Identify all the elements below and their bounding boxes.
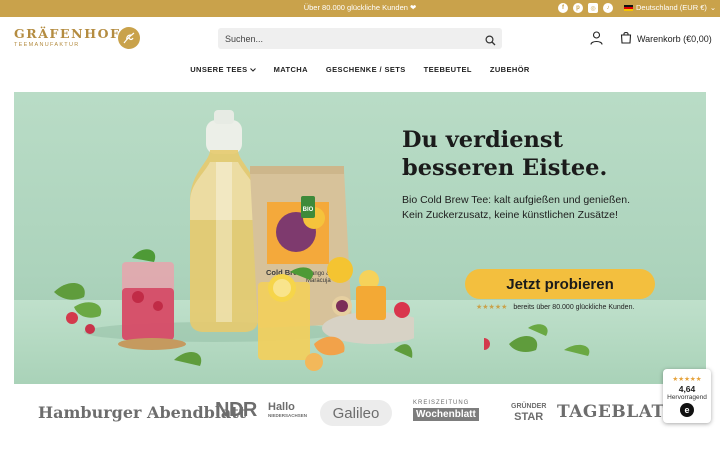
star-text: STAR [514,411,544,423]
social-proof-text: bereits über 80.000 glückliche Kunden. [513,303,635,311]
tiktok-icon[interactable]: ♪ [603,3,613,13]
badge-score: 4,64 [678,384,696,394]
bio-label: BIO [303,207,314,213]
press-logo-galileo: Galileo [320,400,392,426]
chevron-down-icon [249,65,256,74]
instagram-icon[interactable]: ◎ [588,3,598,13]
press-logos: Hamburger Abendblatt NDR Hallo NIEDERSAC… [0,396,720,432]
press-logo-kreiszeitung: KREISZEITUNG [413,400,470,406]
headline-line-2: besseren Eistee. [402,155,608,181]
cart-label: Warenkorb (€0,00) [637,33,712,44]
social-proof: ★★★★★ bereits über 80.000 glückliche Kun… [476,303,635,312]
press-logo-wochenblatt: Wochenblatt [413,408,479,421]
press-logo-ndr: NDR [215,399,257,421]
niedersachsen-text: NIEDERSACHSEN [268,413,308,418]
nav-item-teebeutel[interactable]: TEEBEUTEL [424,65,472,74]
social-links: f p ◎ ♪ [558,3,613,13]
pinterest-icon[interactable]: p [573,3,583,13]
shopping-bag-icon [620,31,632,46]
hero-product-image: BIO Cold Brew Mango & Maracuja [54,110,414,371]
press-logo-gruender-star: GRÜNDER STAR [511,402,546,423]
hero-banner: BIO Cold Brew Mango & Maracuja Du verdie… [14,92,706,384]
cta-button[interactable]: Jetzt probieren [465,269,655,299]
hero-subheadline: Bio Cold Brew Tee: kalt aufgießen und ge… [402,193,702,223]
nav-item-unsere-tees[interactable]: UNSERE TEES [190,65,256,74]
cold-brew-bottle [190,110,258,332]
peach-slices [305,336,345,371]
subline-1: Bio Cold Brew Tee: kalt aufgießen und ge… [402,194,631,206]
subline-2: Kein Zuckerzusatz, keine künstlichen Zus… [402,209,618,221]
press-logo-tageblatt: TAGEBLATT [557,402,678,422]
logo-subtitle: TEEMANUFAKTUR [14,42,80,48]
badge-stars-icon: ★★★★★ [672,376,702,383]
country-label: Deutschland (EUR €) [636,3,707,12]
search-input[interactable] [218,28,478,49]
chevron-down-icon: ⌄ [709,3,717,12]
trusted-shops-logo-icon: e [680,403,694,417]
user-icon[interactable] [590,31,603,50]
trusted-shops-badge[interactable]: ★★★★★ 4,64 Hervorragend e [663,369,711,423]
headline-line-1: Du verdienst [402,127,563,153]
announcement-bar: Über 80.000 glückliche Kunden ❤ f p ◎ ♪ … [0,0,720,17]
country-selector[interactable]: Deutschland (EUR €) ⌄ [624,3,716,12]
main-navigation: UNSERE TEES MATCHA GESCHENKE / SETS TEEB… [0,65,720,74]
basil-leaves-left [54,282,102,318]
rating-stars-icon: ★★★★★ [476,304,508,311]
logo-leaf-icon [118,27,140,49]
nav-item-zubehoer[interactable]: ZUBEHÖR [490,65,530,74]
facebook-icon[interactable]: f [558,3,568,13]
search-bar[interactable] [218,28,502,49]
nav-item-matcha[interactable]: MATCHA [274,65,308,74]
nav-label: UNSERE TEES [190,65,248,74]
nav-item-geschenke-sets[interactable]: GESCHENKE / SETS [326,65,406,74]
logo-name: GRÄFENHOF [14,26,121,41]
hero-headline: Du verdienst besseren Eistee. [402,126,607,182]
germany-flag-icon [624,4,633,11]
press-logo-hallo: Hallo NIEDERSACHSEN [268,402,307,419]
badge-label: Hervorragend [667,394,707,401]
search-icon[interactable] [485,33,496,51]
hallo-text: Hallo [268,401,295,413]
site-logo[interactable]: GRÄFENHOF TEEMANUFAKTUR [14,26,121,48]
cart-button[interactable]: Warenkorb (€0,00) [620,31,712,46]
